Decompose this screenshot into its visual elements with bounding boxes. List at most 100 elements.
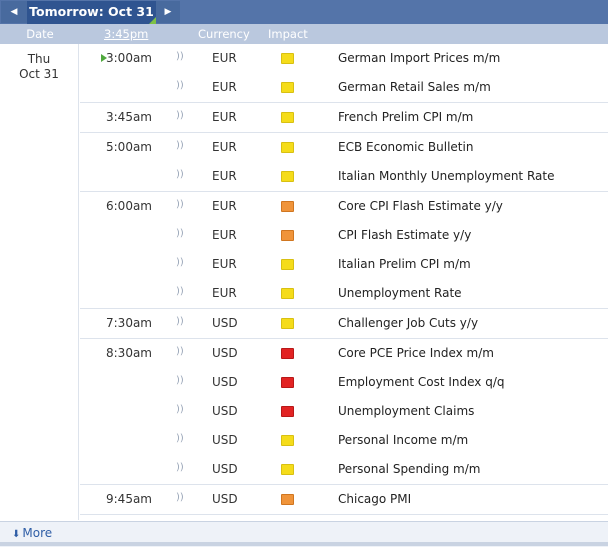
impact-folder-icon — [281, 464, 294, 475]
event-row[interactable]: )) EUR Unemployment Rate — [80, 279, 608, 308]
sound-alert-icon[interactable]: )) — [176, 257, 184, 268]
sound-alert-icon[interactable]: )) — [176, 375, 184, 386]
event-currency: USD — [212, 404, 238, 418]
event-title[interactable]: Employment Cost Index q/q — [338, 375, 504, 389]
day-date: Oct 31 — [19, 67, 59, 81]
more-link[interactable]: ⬇ More — [12, 526, 52, 540]
event-row[interactable]: 8:30am)) USD Core PCE Price Index m/m — [80, 338, 608, 368]
event-time: 3:00am — [106, 51, 152, 65]
event-row[interactable]: 7:30am)) USD Challenger Job Cuts y/y — [80, 308, 608, 338]
impact-folder-icon — [281, 435, 294, 446]
event-row[interactable]: 5:00am)) EUR ECB Economic Bulletin — [80, 132, 608, 162]
event-row[interactable]: 6:00am)) EUR Core CPI Flash Estimate y/y — [80, 191, 608, 221]
impact-folder-icon — [281, 406, 294, 417]
event-title[interactable]: French Prelim CPI m/m — [338, 110, 473, 124]
sound-alert-icon[interactable]: )) — [176, 492, 184, 503]
header-currency: Currency — [198, 27, 250, 41]
event-title[interactable]: Personal Spending m/m — [338, 462, 480, 476]
sound-alert-icon[interactable]: )) — [176, 80, 184, 91]
table-header: Date 3:45pm Currency Impact — [0, 24, 608, 44]
impact-folder-icon — [281, 230, 294, 241]
event-row[interactable]: )) USD Unemployment Claims — [80, 397, 608, 426]
bottom-border — [0, 542, 608, 546]
caret-left-icon: ◀ — [10, 7, 18, 17]
sound-alert-icon[interactable]: )) — [176, 199, 184, 210]
impact-folder-icon — [281, 377, 294, 388]
sound-alert-icon[interactable]: )) — [176, 228, 184, 239]
sound-alert-icon[interactable]: )) — [176, 346, 184, 357]
event-currency: USD — [212, 375, 238, 389]
event-currency: EUR — [212, 257, 237, 271]
event-currency: EUR — [212, 199, 237, 213]
header-impact: Impact — [268, 27, 308, 41]
next-day-button[interactable]: ▶ — [156, 1, 180, 23]
event-title[interactable]: Unemployment Rate — [338, 286, 462, 300]
event-time: 8:30am — [106, 346, 152, 360]
caret-right-icon: ▶ — [164, 7, 172, 17]
event-title[interactable]: Challenger Job Cuts y/y — [338, 316, 478, 330]
impact-folder-icon — [281, 259, 294, 270]
sound-alert-icon[interactable]: )) — [176, 286, 184, 297]
sound-alert-icon[interactable]: )) — [176, 51, 184, 62]
event-title[interactable]: Personal Income m/m — [338, 433, 468, 447]
sound-alert-icon[interactable]: )) — [176, 110, 184, 121]
event-currency: EUR — [212, 169, 237, 183]
event-currency: USD — [212, 462, 238, 476]
event-time: 7:30am — [106, 316, 152, 330]
event-title[interactable]: ECB Economic Bulletin — [338, 140, 473, 154]
date-tab-label: Tomorrow: Oct 31 — [29, 4, 154, 19]
sound-alert-icon[interactable]: )) — [176, 316, 184, 327]
header-time-link[interactable]: 3:45pm — [104, 27, 148, 41]
event-currency: EUR — [212, 80, 237, 94]
event-title[interactable]: German Import Prices m/m — [338, 51, 500, 65]
event-row[interactable]: )) USD Personal Spending m/m — [80, 455, 608, 484]
day-cell: Thu Oct 31 — [0, 44, 79, 520]
day-weekday: Thu — [27, 52, 51, 66]
event-row[interactable]: )) EUR German Retail Sales m/m — [80, 73, 608, 102]
impact-folder-icon — [281, 288, 294, 299]
event-currency: EUR — [212, 286, 237, 300]
date-tab[interactable]: Tomorrow: Oct 31 — [27, 1, 156, 24]
sound-alert-icon[interactable]: )) — [176, 140, 184, 151]
event-title[interactable]: Italian Prelim CPI m/m — [338, 257, 471, 271]
event-row[interactable]: )) USD Employment Cost Index q/q — [80, 368, 608, 397]
event-row[interactable]: 3:00am)) EUR German Import Prices m/m — [80, 44, 608, 73]
event-currency: USD — [212, 346, 238, 360]
impact-folder-icon — [281, 53, 294, 64]
event-currency: EUR — [212, 140, 237, 154]
impact-folder-icon — [281, 201, 294, 212]
event-currency: USD — [212, 316, 238, 330]
event-row[interactable]: 9:45am)) USD Chicago PMI — [80, 484, 608, 514]
event-title[interactable]: Unemployment Claims — [338, 404, 474, 418]
event-title[interactable]: Core PCE Price Index m/m — [338, 346, 494, 360]
sound-alert-icon[interactable]: )) — [176, 433, 184, 444]
previous-day-button[interactable]: ◀ — [1, 1, 27, 23]
event-title[interactable]: CPI Flash Estimate y/y — [338, 228, 471, 242]
download-arrow-icon: ⬇ — [12, 529, 21, 540]
event-title[interactable]: Core CPI Flash Estimate y/y — [338, 199, 503, 213]
event-title[interactable]: Chicago PMI — [338, 492, 411, 506]
event-row[interactable]: )) USD Personal Income m/m — [80, 426, 608, 455]
event-currency: USD — [212, 433, 238, 447]
sound-alert-icon[interactable]: )) — [176, 462, 184, 473]
event-title[interactable]: Italian Monthly Unemployment Rate — [338, 169, 554, 183]
impact-folder-icon — [281, 494, 294, 505]
sound-alert-icon[interactable]: )) — [176, 169, 184, 180]
event-currency: EUR — [212, 51, 237, 65]
event-currency: USD — [212, 492, 238, 506]
header-date: Date — [26, 27, 54, 41]
event-title[interactable]: German Retail Sales m/m — [338, 80, 491, 94]
tab-corner-marker — [149, 17, 156, 24]
impact-folder-icon — [281, 171, 294, 182]
sound-alert-icon[interactable]: )) — [176, 404, 184, 415]
event-row[interactable]: )) EUR CPI Flash Estimate y/y — [80, 221, 608, 250]
impact-folder-icon — [281, 318, 294, 329]
more-label: More — [22, 526, 53, 540]
event-row[interactable]: )) EUR Italian Monthly Unemployment Rate — [80, 162, 608, 191]
event-row[interactable]: )) EUR Italian Prelim CPI m/m — [80, 250, 608, 279]
event-time: 6:00am — [106, 199, 152, 213]
event-time: 3:45am — [106, 110, 152, 124]
impact-folder-icon — [281, 112, 294, 123]
calendar-toolbar: ◀ Tomorrow: Oct 31 ▶ — [0, 0, 608, 24]
event-row[interactable]: 3:45am)) EUR French Prelim CPI m/m — [80, 102, 608, 132]
